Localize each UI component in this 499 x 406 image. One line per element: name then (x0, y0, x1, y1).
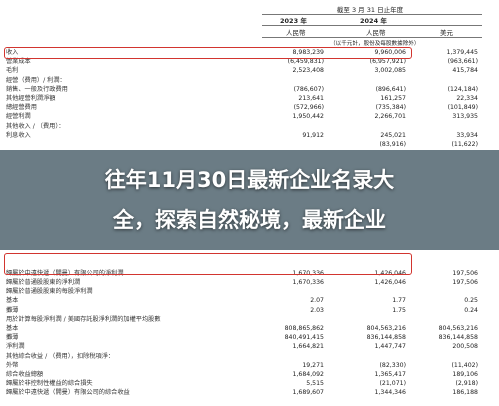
year-rule (262, 25, 482, 26)
currency-rule (262, 37, 482, 38)
column-year-2023: 2023 年 (280, 17, 307, 25)
value-2023-rmb: 1,689,607 (292, 389, 325, 397)
column-currency-3: 美元 (440, 29, 453, 37)
table-title: 截至 3 月 31 日止年度 (336, 6, 404, 14)
value-2024-rmb: 1,344,346 (374, 389, 407, 397)
value-2024-usd: 186,188 (452, 389, 478, 397)
overlay-title-line-2: 全，探索自然秘境，最新企业 (113, 208, 386, 232)
highlight-revenue (4, 47, 412, 59)
document-page: 截至 3 月 31 日止年度 2023 年 2024 年 人民幣 人民幣 美元 … (0, 0, 499, 406)
overlay-title: 往年11月30日最新企业名录大 全，探索自然秘境，最新企业 (0, 160, 499, 240)
table-row: 歸屬於中遠快遞（開曼）有限公司的綜合收益 1,689,607 1,344,346 18… (0, 388, 499, 398)
highlight-net-income (4, 253, 412, 275)
row-label: 歸屬於中遠快遞（開曼）有限公司的綜合收益 (6, 389, 130, 397)
column-year-2024: 2024 年 (360, 17, 387, 25)
column-currency-1: 人民幣 (286, 29, 306, 37)
column-currency-2: 人民幣 (366, 29, 386, 37)
unit-note: （以千元計，股份及每股數據除外） (330, 41, 420, 47)
overlay-title-line-1: 往年11月30日最新企业名录大 (104, 168, 395, 192)
